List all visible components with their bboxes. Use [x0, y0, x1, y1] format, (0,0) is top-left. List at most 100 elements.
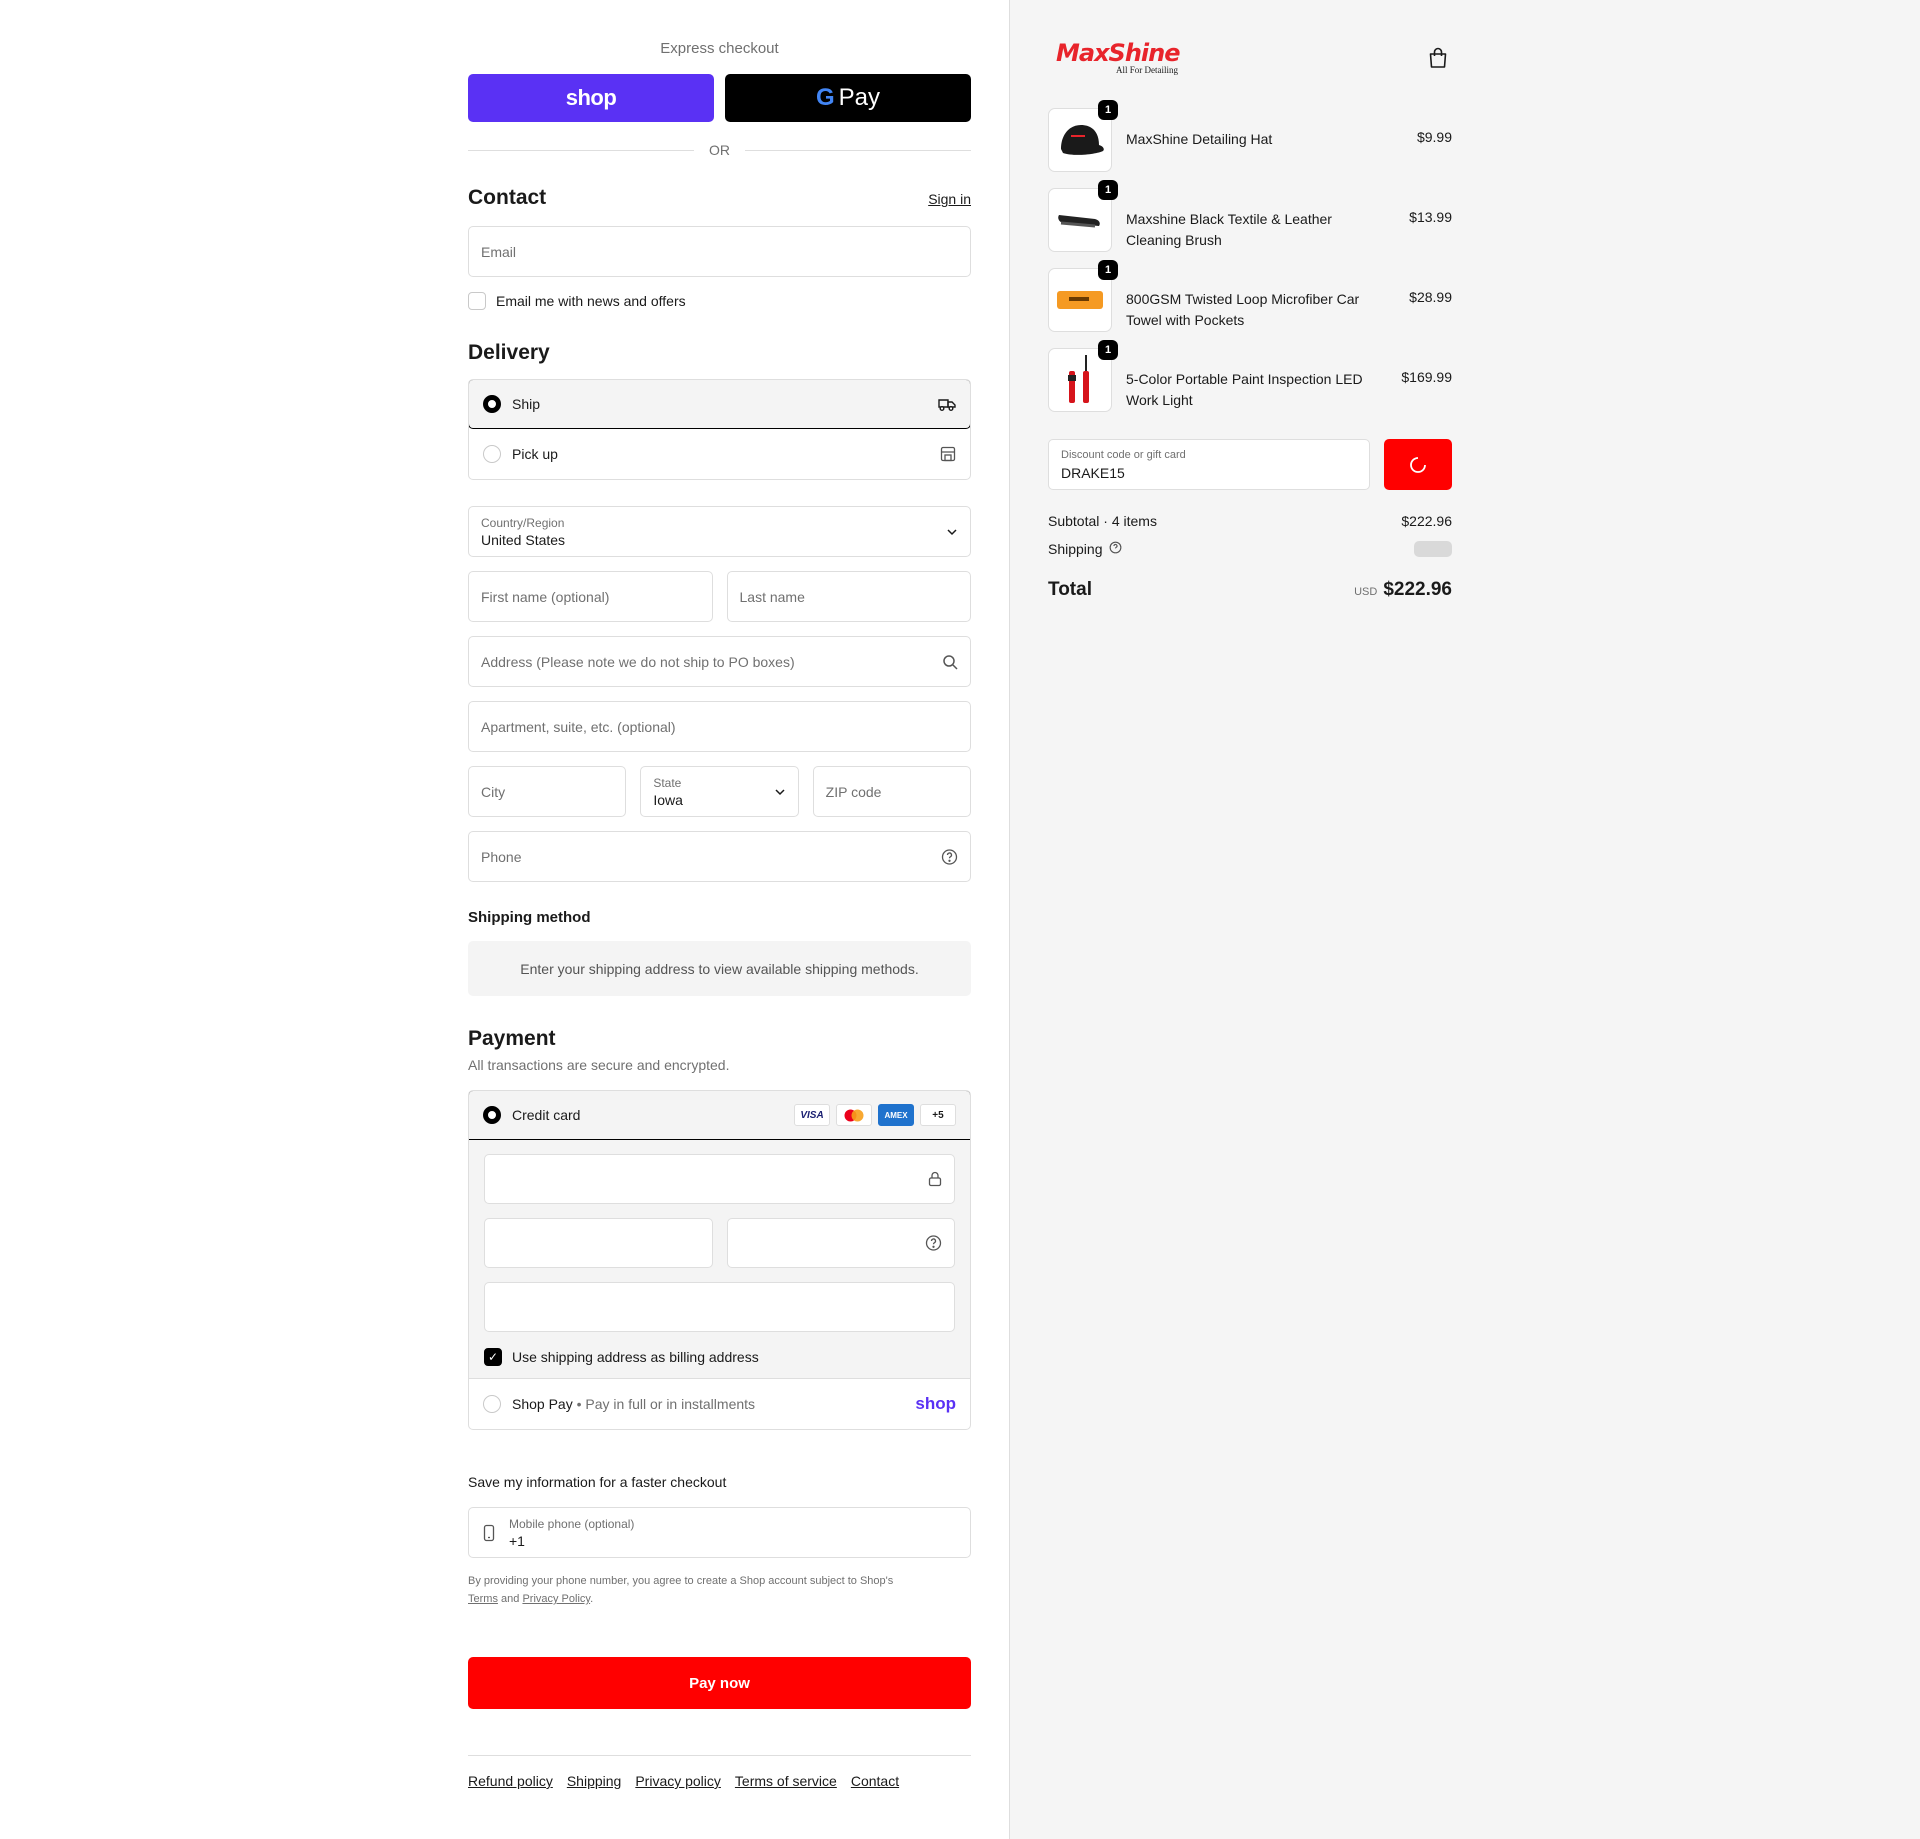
news-label: Email me with news and offers	[496, 293, 686, 309]
mastercard-icon	[836, 1104, 872, 1126]
legal-and: and	[501, 1593, 520, 1605]
shop-legal-text: By providing your phone number, you agre…	[468, 1572, 971, 1608]
contact-heading: Contact	[468, 186, 547, 209]
billing-checkbox[interactable]: ✓	[484, 1348, 502, 1366]
first-name-field[interactable]: First name (optional)	[468, 571, 713, 622]
credit-card-radio[interactable]	[483, 1106, 501, 1124]
pickup-label: Pick up	[512, 446, 558, 462]
gpay-label: Pay	[838, 84, 881, 111]
cart-item: 1 MaxShine Detailing Hat $9.99	[1048, 100, 1452, 172]
quantity-badge: 1	[1098, 100, 1118, 120]
shop-pay-radio[interactable]	[483, 1395, 501, 1413]
state-label: State	[653, 776, 682, 790]
checkout-form: Express checkout shop G Pay OR Contact S…	[468, 0, 971, 1789]
phone-placeholder: Phone	[481, 848, 522, 865]
name-on-card-field[interactable]	[484, 1282, 955, 1332]
shop-terms-link[interactable]: Terms	[468, 1593, 498, 1605]
state-value: Iowa	[653, 792, 683, 808]
refund-policy-link[interactable]: Refund policy	[468, 1773, 553, 1789]
apartment-field[interactable]: Apartment, suite, etc. (optional)	[468, 701, 971, 752]
city-field[interactable]: City	[468, 766, 627, 817]
state-select[interactable]: State Iowa	[640, 766, 799, 817]
zip-field[interactable]: ZIP code	[812, 766, 971, 817]
legal-prefix: By providing your phone number, you agre…	[468, 1575, 894, 1587]
mobile-icon	[483, 1524, 495, 1545]
discount-code-field[interactable]: Discount code or gift card DRAKE15	[1048, 439, 1370, 490]
credit-card-form: ✓ Use shipping address as billing addres…	[469, 1140, 970, 1379]
item-price: $169.99	[1401, 369, 1452, 385]
help-circle-icon[interactable]	[1109, 541, 1122, 557]
credit-card-label: Credit card	[512, 1107, 581, 1123]
more-brands-badge: +5	[920, 1104, 956, 1126]
quantity-badge: 1	[1098, 260, 1118, 280]
product-image: 1	[1048, 340, 1118, 412]
logo-tagline: All For Detailing	[1116, 65, 1178, 75]
apartment-placeholder: Apartment, suite, etc. (optional)	[481, 718, 676, 735]
card-number-field[interactable]	[484, 1154, 955, 1204]
country-label: Country/Region	[481, 516, 565, 530]
subtotal-value: $222.96	[1401, 513, 1452, 529]
delivery-method-group: Ship Pick up	[468, 379, 971, 480]
shipping-link[interactable]: Shipping	[567, 1773, 622, 1789]
pickup-option[interactable]: Pick up	[469, 429, 970, 479]
sign-in-link[interactable]: Sign in	[928, 191, 971, 207]
ship-radio[interactable]	[483, 395, 501, 413]
pay-now-button[interactable]: Pay now	[468, 1657, 971, 1709]
search-icon	[942, 654, 958, 670]
save-info-title: Save my information for a faster checkou…	[468, 1474, 727, 1490]
legal-period: .	[590, 1593, 594, 1605]
phone-field[interactable]: Phone	[468, 831, 971, 882]
contact-link[interactable]: Contact	[851, 1773, 899, 1789]
expiration-field[interactable]	[484, 1218, 713, 1268]
currency-label: USD	[1354, 586, 1378, 598]
mobile-phone-field[interactable]: Mobile phone (optional) +1	[468, 1507, 971, 1558]
shop-pay-label: Shop Pay	[512, 1396, 573, 1412]
shipping-row: Shipping	[1048, 541, 1452, 557]
apply-discount-button[interactable]	[1384, 439, 1452, 490]
loading-spinner-icon	[1410, 456, 1426, 473]
shop-pay-express-button[interactable]: shop	[468, 74, 714, 122]
shopping-bag-icon[interactable]	[1428, 47, 1448, 74]
item-price: $13.99	[1409, 209, 1452, 225]
payment-heading: Payment	[468, 1027, 556, 1050]
shipping-label: Shipping	[1048, 541, 1103, 557]
first-name-placeholder: First name (optional)	[481, 588, 610, 605]
item-price: $9.99	[1416, 129, 1452, 145]
pickup-radio[interactable]	[483, 445, 501, 463]
address-field[interactable]: Address (Please note we do not ship to P…	[468, 636, 971, 687]
or-label: OR	[709, 142, 730, 158]
google-pay-express-button[interactable]: G Pay	[725, 74, 971, 122]
shop-pay-logo: shop	[915, 1394, 956, 1413]
express-checkout-title: Express checkout	[660, 40, 779, 57]
quantity-badge: 1	[1098, 340, 1118, 360]
total-value: $222.96	[1383, 579, 1452, 600]
help-circle-icon[interactable]	[941, 848, 958, 865]
credit-card-option[interactable]: Credit card VISA AMEX +5	[469, 1091, 970, 1140]
help-circle-icon[interactable]	[925, 1235, 942, 1252]
item-name: 800GSM Twisted Loop Microfiber Car Towel…	[1126, 291, 1360, 328]
store-icon	[940, 446, 956, 462]
news-checkbox[interactable]	[468, 292, 486, 310]
product-image: 1	[1048, 260, 1118, 332]
security-code-field[interactable]	[726, 1218, 955, 1268]
maxshine-logo[interactable]: MaxShine All For Detailing	[1056, 40, 1192, 75]
shop-privacy-link[interactable]: Privacy Policy	[522, 1593, 590, 1605]
amex-icon: AMEX	[878, 1104, 914, 1126]
country-select[interactable]: Country/Region United States	[468, 506, 971, 557]
last-name-field[interactable]: Last name	[726, 571, 971, 622]
privacy-policy-link[interactable]: Privacy policy	[635, 1773, 721, 1789]
cart-item: 1 5-Color Portable Paint Inspection LED …	[1048, 340, 1452, 412]
mobile-value: +1	[509, 1533, 525, 1549]
lock-icon	[928, 1171, 942, 1187]
subtotal-label: Subtotal · 4 items	[1048, 513, 1157, 529]
google-g-icon: G	[815, 84, 835, 111]
shipping-loading-placeholder	[1414, 541, 1452, 557]
country-value: United States	[481, 532, 566, 548]
email-placeholder: Email	[481, 243, 517, 260]
shop-pay-option[interactable]: Shop Pay • Pay in full or in installment…	[469, 1379, 970, 1429]
address-placeholder: Address (Please note we do not ship to P…	[481, 653, 795, 670]
email-field[interactable]: Email	[468, 226, 971, 277]
cart-item: 1 800GSM Twisted Loop Microfiber Car Tow…	[1048, 260, 1452, 332]
terms-of-service-link[interactable]: Terms of service	[735, 1773, 837, 1789]
ship-option[interactable]: Ship	[469, 380, 970, 429]
